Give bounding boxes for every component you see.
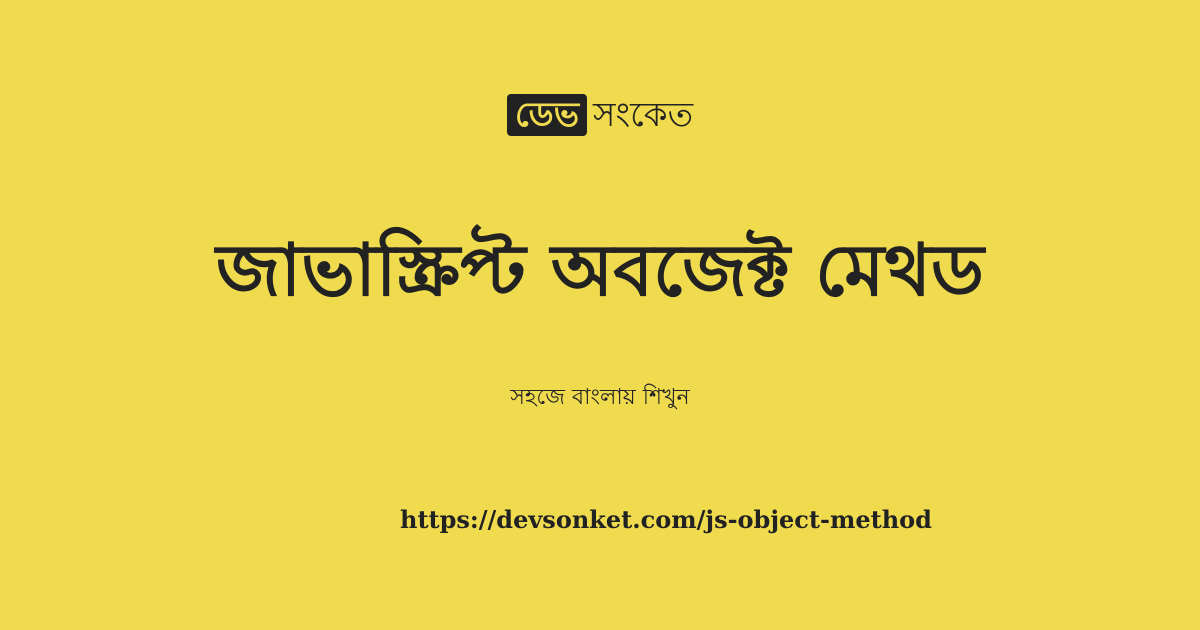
brand-name: সংকেত [593, 95, 694, 135]
page-subtitle: সহজে বাংলায় শিখুন [510, 385, 690, 410]
brand-logo[interactable]: ডেভ সংকেত [0, 94, 1200, 136]
social-card: ডেভ সংকেত জাভাস্ক্রিপ্ট অবজেক্ট মেথড সহজ… [0, 0, 1200, 630]
page-title: জাভাস্ক্রিপ্ট অবজেক্ট মেথড [216, 228, 984, 312]
page-url[interactable]: https://devsonket.com/js-object-method [400, 504, 1100, 536]
brand-badge: ডেভ [506, 94, 588, 136]
